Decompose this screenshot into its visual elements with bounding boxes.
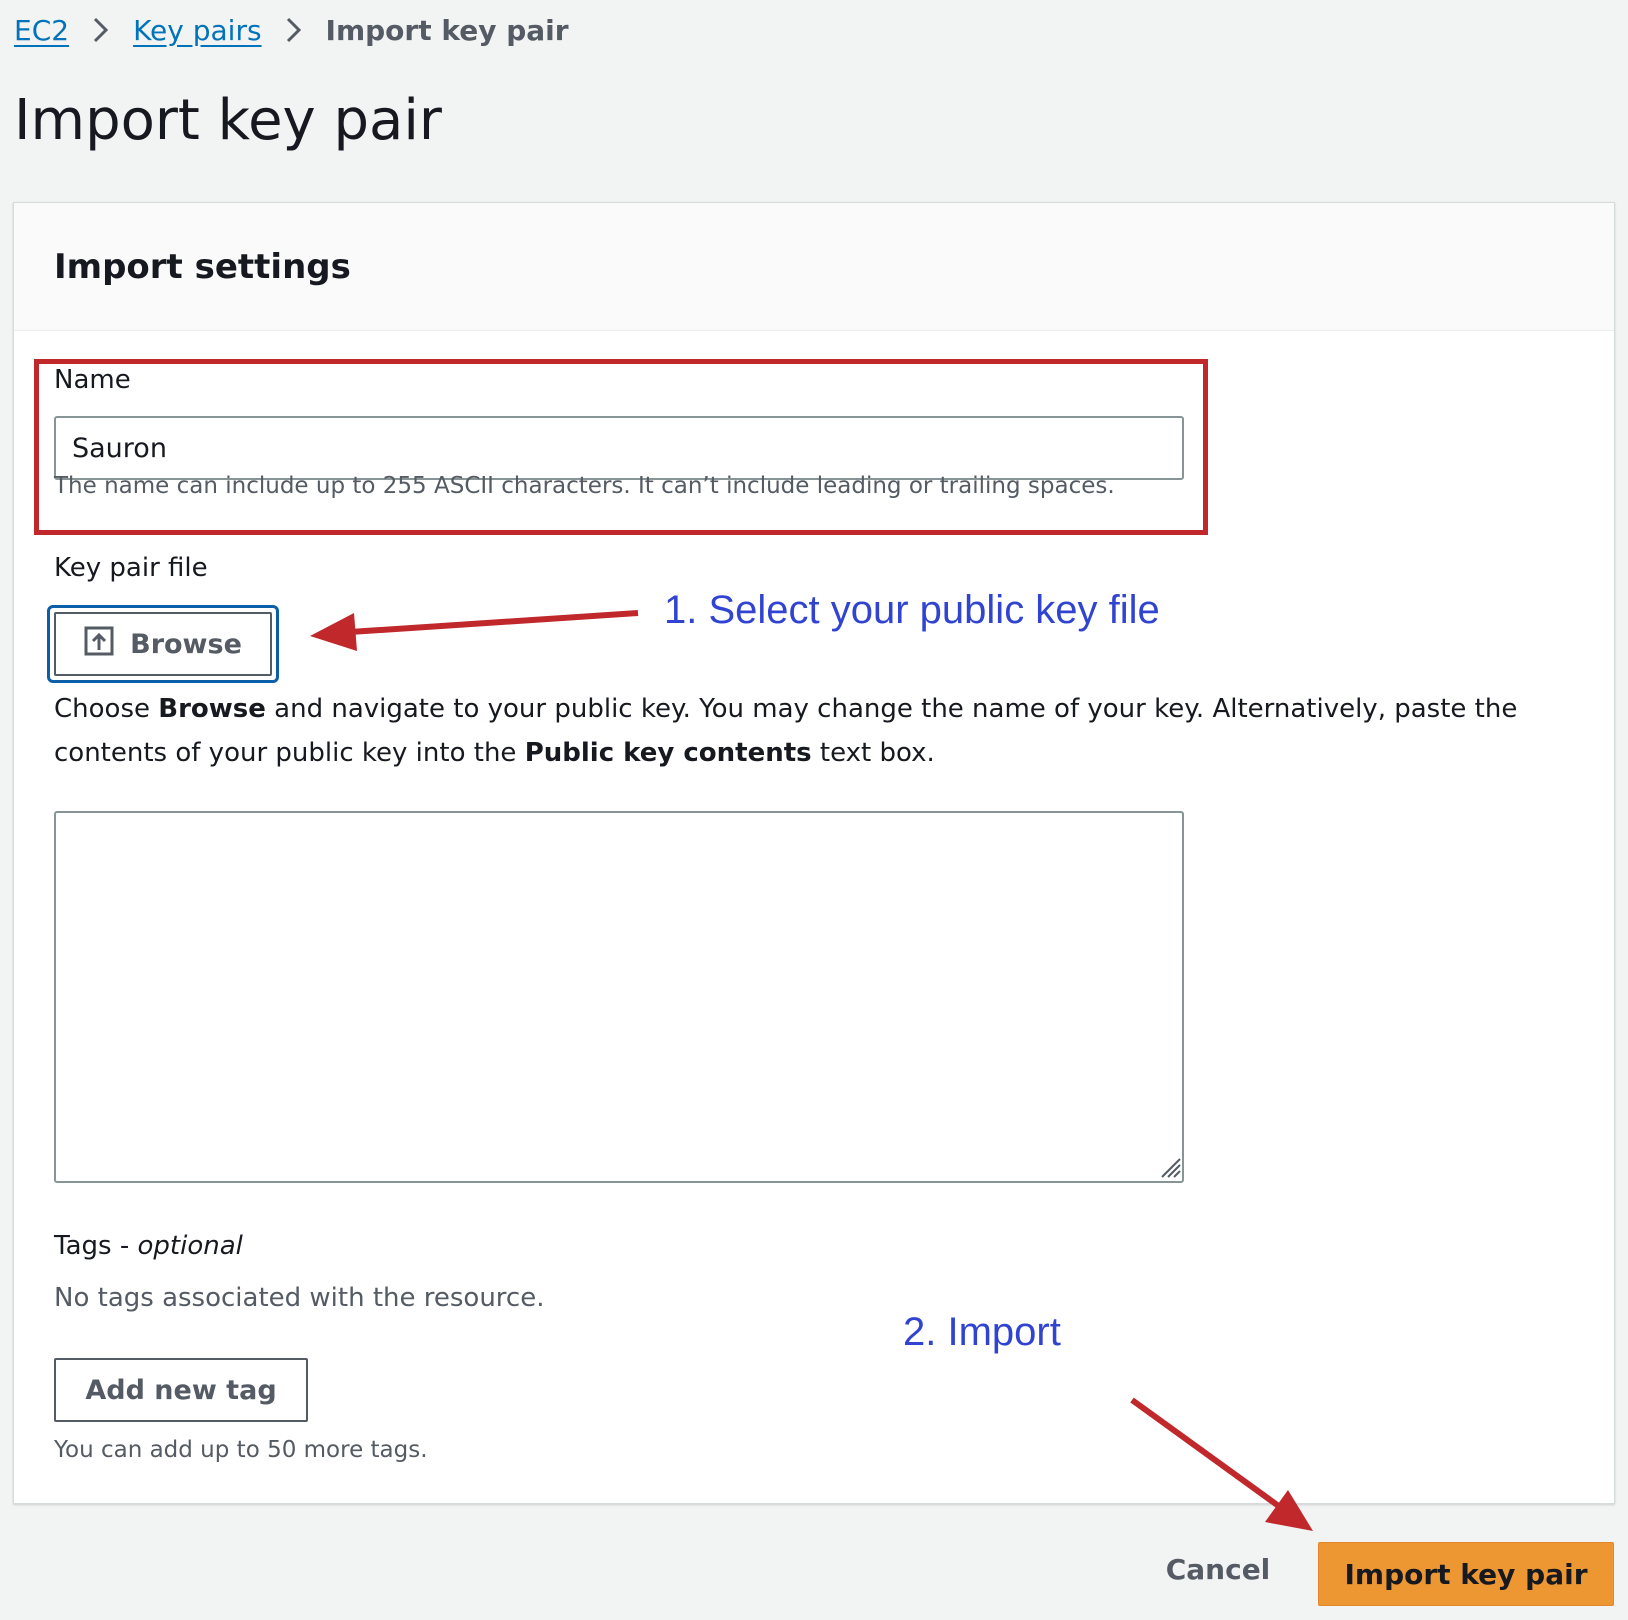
name-hint: The name can include up to 255 ASCII cha… bbox=[54, 473, 1115, 499]
import-key-pair-button[interactable]: Import key pair bbox=[1318, 1542, 1614, 1606]
key-pair-file-label: Key pair file bbox=[54, 553, 208, 583]
chevron-right-icon bbox=[69, 16, 133, 44]
import-settings-panel: Import settings Name The name can includ… bbox=[13, 202, 1615, 1504]
desc-bold-public-key-contents: Public key contents bbox=[524, 738, 812, 768]
breadcrumb-link-key-pairs[interactable]: Key pairs bbox=[133, 14, 261, 47]
breadcrumb: EC2 Key pairs Import key pair bbox=[14, 10, 569, 50]
browse-button-label: Browse bbox=[130, 628, 242, 660]
annotation-step2: 2. Import bbox=[903, 1310, 1061, 1354]
page-title: Import key pair bbox=[14, 88, 442, 153]
key-pair-file-description: Choose Browse and navigate to your publi… bbox=[54, 687, 1554, 775]
resize-grip-icon[interactable] bbox=[1158, 1155, 1182, 1179]
desc-text-3: text box. bbox=[811, 738, 935, 768]
add-new-tag-button[interactable]: Add new tag bbox=[54, 1358, 308, 1422]
cancel-button[interactable]: Cancel bbox=[1148, 1537, 1288, 1601]
tags-label-optional: optional bbox=[137, 1231, 243, 1261]
tags-label: Tags - optional bbox=[54, 1231, 243, 1261]
browse-button[interactable]: Browse bbox=[54, 612, 272, 676]
name-label: Name bbox=[54, 365, 131, 395]
breadcrumb-link-ec2[interactable]: EC2 bbox=[14, 14, 69, 47]
annotation-step1: 1. Select your public key file bbox=[664, 588, 1160, 632]
page: EC2 Key pairs Import key pair Import key… bbox=[0, 0, 1628, 1620]
breadcrumb-current: Import key pair bbox=[325, 13, 569, 47]
desc-bold-browse: Browse bbox=[158, 694, 266, 724]
browse-button-focus-ring: Browse bbox=[47, 605, 279, 683]
desc-text-1: Choose bbox=[54, 694, 159, 724]
chevron-right-icon bbox=[262, 16, 326, 44]
tags-label-text: Tags - bbox=[54, 1231, 138, 1261]
public-key-contents-textarea[interactable] bbox=[54, 811, 1184, 1183]
upload-icon bbox=[84, 626, 114, 663]
name-input[interactable] bbox=[54, 416, 1184, 480]
panel-title: Import settings bbox=[54, 246, 351, 287]
tags-hint: You can add up to 50 more tags. bbox=[54, 1437, 428, 1463]
panel-header: Import settings bbox=[14, 203, 1614, 331]
no-tags-text: No tags associated with the resource. bbox=[54, 1283, 545, 1313]
